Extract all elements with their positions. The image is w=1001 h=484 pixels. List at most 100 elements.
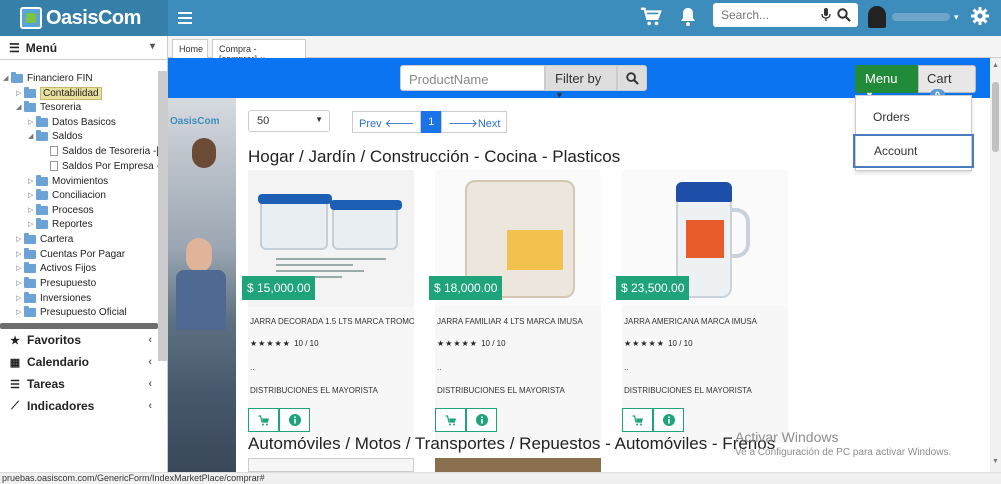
product-info-button[interactable] bbox=[466, 408, 497, 432]
shopping-cart-icon[interactable] bbox=[640, 6, 662, 28]
folder-icon bbox=[24, 291, 36, 303]
page-number-button[interactable]: 1 bbox=[421, 111, 442, 133]
logo-mark-icon bbox=[20, 7, 42, 29]
shopping-cart-icon bbox=[258, 414, 269, 425]
sidebar-item-tareas[interactable]: ☰ Tareas ‹ bbox=[0, 373, 160, 395]
tree-node[interactable]: ▷ Conciliacion bbox=[28, 188, 106, 202]
sidebar-item-indicadores[interactable]: ⟋ Indicadores ‹ bbox=[0, 395, 160, 417]
star-icon: ★★★★★ bbox=[437, 339, 478, 348]
chevron-down-icon: ▾ bbox=[149, 41, 155, 52]
list-icon: ☰ bbox=[10, 378, 20, 391]
sidebar: ☰ Menú ▾ ◢ Financiero FIN ▷ Contabilidad ◢… bbox=[0, 36, 168, 472]
star-icon: ★ bbox=[10, 334, 20, 347]
logo[interactable]: OasisCom bbox=[0, 0, 168, 36]
sidebar-item-favoritos[interactable]: ★ Favoritos ‹ bbox=[0, 329, 160, 351]
banner-logo: OasisCom bbox=[170, 116, 220, 127]
prev-page-button[interactable]: Prev 🡐 bbox=[352, 111, 422, 133]
menu-item-account[interactable]: Account bbox=[853, 134, 974, 168]
windows-activation-title: Activar Windows bbox=[735, 429, 839, 445]
tree-leaf[interactable]: Saldos Por Empresa -[ts bbox=[50, 159, 158, 173]
notifications-bell-icon[interactable] bbox=[680, 7, 696, 27]
tree-leaf[interactable]: Saldos de Tesoreria -[ts bbox=[50, 144, 158, 158]
sidebar-item-calendario[interactable]: ▦ Calendario ‹ bbox=[0, 351, 160, 373]
add-to-cart-button[interactable] bbox=[622, 408, 653, 432]
status-url: pruebas.oasiscom.com/GenericForm/IndexMa… bbox=[2, 473, 265, 483]
sidebar-toggle-button[interactable] bbox=[178, 9, 192, 27]
tree-node[interactable]: ▷ Presupuesto Oficial bbox=[16, 305, 127, 319]
tree-node[interactable]: ▷ Movimientos bbox=[28, 174, 108, 188]
avatar bbox=[868, 6, 886, 28]
rating: ★★★★★ 10 / 10 bbox=[250, 339, 319, 348]
product-name-search-input[interactable]: ProductName bbox=[400, 65, 545, 91]
hamburger-icon: ☰ bbox=[9, 40, 20, 55]
info-icon bbox=[662, 414, 675, 426]
tree-node[interactable]: ◢ Financiero FIN bbox=[3, 71, 93, 85]
folder-icon bbox=[36, 188, 48, 200]
category-title: Hogar / Jardín / Construcción - Cocina -… bbox=[248, 147, 621, 166]
price-tag: $ 18,000.00 bbox=[429, 276, 503, 300]
tree-node[interactable]: ◢ Saldos bbox=[28, 129, 83, 143]
product-description: .. bbox=[437, 363, 442, 372]
product-search-button[interactable] bbox=[617, 65, 647, 91]
product-name[interactable]: JARRA FAMILIAR 4 LTS MARCA IMUSA bbox=[437, 317, 601, 326]
pagination: Prev 🡐 1 🡒Next bbox=[352, 111, 508, 133]
folder-icon bbox=[36, 174, 48, 186]
filter-by-dropdown[interactable]: Filter by ▼ bbox=[545, 65, 617, 100]
sidebar-item-label: Tareas bbox=[27, 377, 65, 391]
chevron-left-icon: ‹ bbox=[148, 356, 152, 368]
vendor-name: DISTRIBUCIONES EL MAYORISTA bbox=[250, 386, 378, 395]
file-icon bbox=[50, 146, 58, 156]
vendor-name: DISTRIBUCIONES EL MAYORISTA bbox=[437, 386, 565, 395]
tree-node[interactable]: ◢ Tesoreria bbox=[16, 100, 81, 114]
global-search-box bbox=[713, 3, 858, 27]
tree-node[interactable]: ▷ Reportes bbox=[28, 217, 93, 231]
tree-node[interactable]: ▷ Cartera bbox=[16, 232, 73, 246]
menu-dropdown: Orders Account bbox=[853, 95, 974, 171]
arrow-left-icon: 🡐 bbox=[384, 118, 415, 130]
tab-home[interactable]: Home bbox=[172, 39, 208, 58]
microphone-icon[interactable] bbox=[821, 8, 831, 22]
top-navbar: OasisCom ▾ bbox=[0, 0, 1001, 36]
tree-node[interactable]: ▷ Datos Basicos bbox=[28, 115, 116, 129]
user-name-redacted bbox=[892, 13, 950, 21]
folder-open-icon bbox=[36, 129, 48, 141]
shopping-cart-icon bbox=[632, 414, 643, 425]
info-icon bbox=[475, 414, 488, 426]
search-icon[interactable] bbox=[837, 8, 851, 22]
product-description: .. bbox=[250, 363, 255, 372]
tree-node[interactable]: ▷ Contabilidad bbox=[16, 86, 102, 100]
tree-node[interactable]: ▷ Inversiones bbox=[16, 291, 91, 305]
product-info-button[interactable] bbox=[653, 408, 684, 432]
gear-icon[interactable] bbox=[970, 6, 990, 26]
tab-compra[interactable]: Compra -[comprar]× bbox=[212, 39, 306, 64]
add-to-cart-button[interactable] bbox=[248, 408, 279, 432]
windows-activation-text: Ve a Configuración de PC para activar Wi… bbox=[735, 447, 952, 458]
menu-button[interactable]: Menu ▼ bbox=[855, 65, 918, 100]
vendor-name: DISTRIBUCIONES EL MAYORISTA bbox=[624, 386, 752, 395]
scroll-down-icon: ▼ bbox=[992, 458, 999, 465]
tree-node[interactable]: ▷ Presupuesto bbox=[16, 276, 96, 290]
page-size-select[interactable]: 50 ▼ bbox=[248, 110, 330, 132]
sidebar-menu-label: Menú bbox=[25, 40, 58, 55]
user-menu[interactable]: ▾ bbox=[868, 6, 959, 28]
tree-vertical-scrollbar[interactable] bbox=[158, 71, 167, 361]
line-chart-icon: ⟋ bbox=[11, 399, 19, 412]
product-name[interactable]: JARRA AMERICANA MARCA IMUSA bbox=[624, 317, 788, 326]
add-to-cart-button[interactable] bbox=[435, 408, 466, 432]
tree-node[interactable]: ▷ Activos Fijos bbox=[16, 261, 96, 275]
global-search-input[interactable] bbox=[721, 8, 817, 22]
menu-item-orders[interactable]: Orders bbox=[856, 100, 973, 134]
page-scrollbar[interactable]: ▲ ▼ bbox=[990, 58, 1001, 472]
cart-button[interactable]: Cart0 bbox=[918, 65, 976, 101]
folder-icon bbox=[24, 305, 36, 317]
product-info-button[interactable] bbox=[279, 408, 310, 432]
tree-node[interactable]: ▷ Procesos bbox=[28, 203, 94, 217]
folder-icon bbox=[24, 232, 36, 244]
next-page-button[interactable]: 🡒Next bbox=[441, 111, 508, 133]
tree-node[interactable]: ▷ Cuentas Por Pagar bbox=[16, 247, 125, 261]
status-bar: pruebas.oasiscom.com/GenericForm/IndexMa… bbox=[0, 472, 1001, 484]
product-name[interactable]: JARRA DECORADA 1.5 LTS MARCA TROMO... bbox=[250, 317, 414, 326]
sidebar-menu-header[interactable]: ☰ Menú ▾ bbox=[0, 36, 167, 60]
product-card-partial bbox=[248, 458, 414, 472]
product-description: .. bbox=[624, 363, 629, 372]
